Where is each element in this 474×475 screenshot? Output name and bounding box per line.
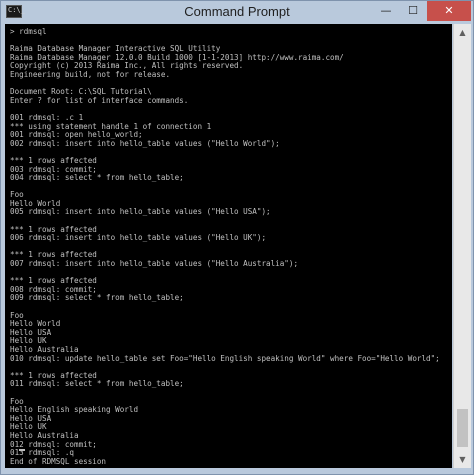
- scroll-up-arrow-icon[interactable]: ▲: [454, 24, 471, 41]
- scrollbar-thumb[interactable]: [457, 409, 468, 447]
- console-line: 006 rdmsql: insert into hello_table valu…: [10, 233, 267, 243]
- close-button[interactable]: ✕: [427, 1, 471, 21]
- console-text: > rdmsql Raima Database Manager Interact…: [5, 24, 452, 468]
- maximize-button[interactable]: ☐: [400, 1, 426, 21]
- console-line: 002 rdmsql: insert into hello_table valu…: [10, 138, 280, 148]
- minimize-button[interactable]: —: [373, 1, 399, 21]
- console-line: 004 rdmsql: select * from hello_table;: [10, 173, 184, 183]
- text-cursor: [19, 449, 25, 451]
- console-output-area[interactable]: > rdmsql Raima Database Manager Interact…: [5, 24, 452, 468]
- scroll-down-arrow-icon[interactable]: ▼: [454, 451, 471, 468]
- console-line: 005 rdmsql: insert into hello_table valu…: [10, 207, 271, 217]
- console-line: 011 rdmsql: select * from hello_table;: [10, 379, 184, 389]
- command-prompt-window: C:\_ Command Prompt — ☐ ✕ > rdmsql Raima…: [0, 0, 474, 475]
- console-line: Enter ? for list of interface commands.: [10, 95, 189, 105]
- console-line: 010 rdmsql: update hello_table set Foo="…: [10, 353, 440, 363]
- console-line: > rdmsql: [10, 27, 47, 36]
- console-line: End of RDMSQL session: [10, 456, 107, 466]
- title-bar[interactable]: C:\_ Command Prompt — ☐ ✕: [1, 1, 473, 23]
- vertical-scrollbar[interactable]: ▲ ▼: [453, 24, 471, 468]
- console-line: 009 rdmsql: select * from hello_table;: [10, 293, 184, 303]
- console-line: Engineering build, not for release.: [10, 69, 171, 79]
- console-line: 007 rdmsql: insert into hello_table valu…: [10, 259, 299, 269]
